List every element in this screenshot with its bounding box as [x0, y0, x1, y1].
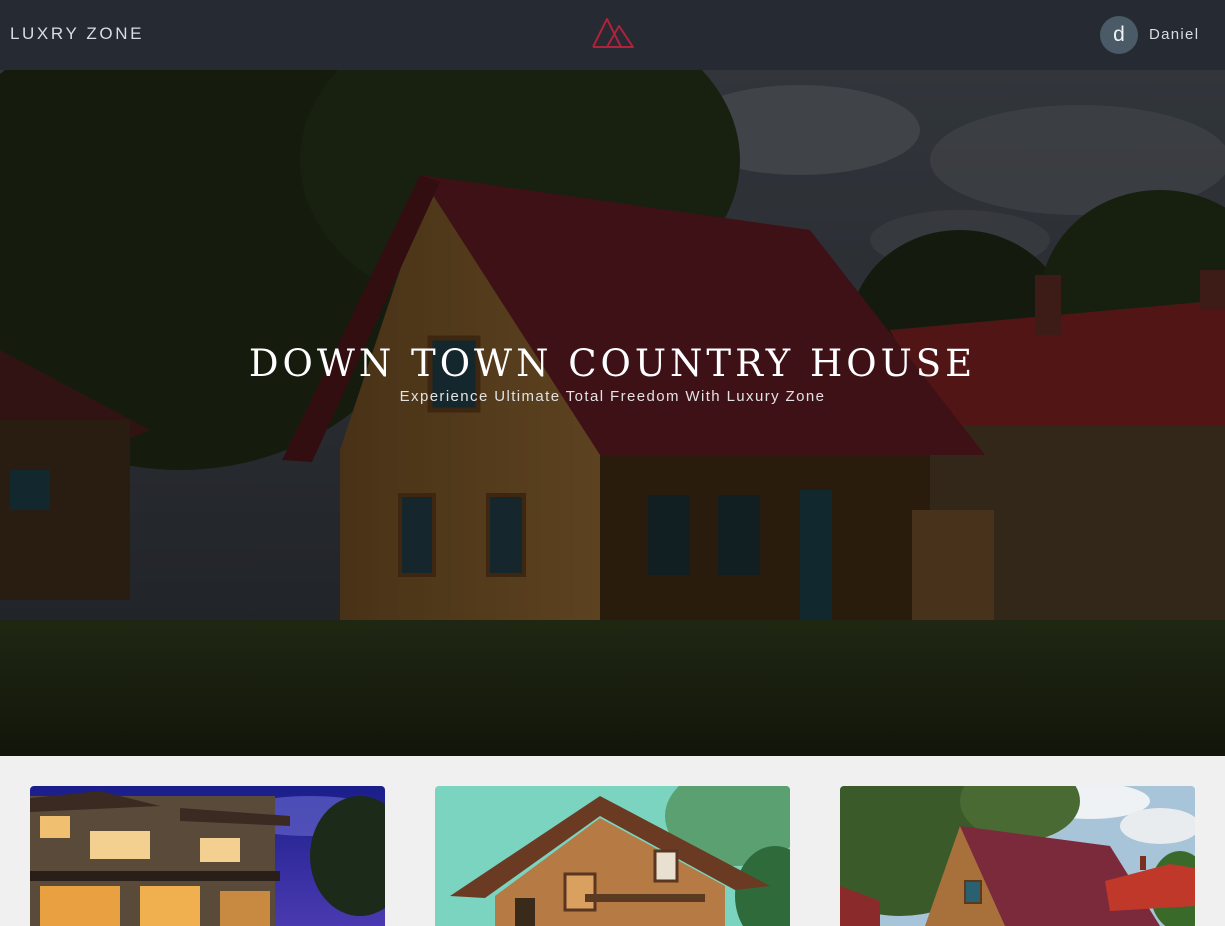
wooden-stilt-house-photo [435, 786, 790, 926]
top-navbar: LUXRY ZONE d Daniel [0, 0, 1225, 70]
user-avatar[interactable]: d [1100, 16, 1138, 54]
property-card[interactable] [840, 786, 1195, 926]
modern-house-night-photo [30, 786, 385, 926]
wooden-cottage-photo [840, 786, 1195, 926]
hero-banner: DOWN TOWN COUNTRY HOUSE Experience Ultim… [0, 70, 1225, 756]
mountain-logo-icon[interactable] [591, 16, 637, 50]
hero-title: DOWN TOWN COUNTRY HOUSE [248, 342, 977, 385]
hero-subtitle: Experience Ultimate Total Freedom With L… [399, 388, 826, 405]
brand-name[interactable]: LUXRY ZONE [10, 24, 144, 44]
property-card[interactable] [30, 786, 385, 926]
hero-house-photo [0, 70, 1225, 756]
username-label[interactable]: Daniel [1149, 26, 1199, 43]
property-card[interactable] [435, 786, 790, 926]
